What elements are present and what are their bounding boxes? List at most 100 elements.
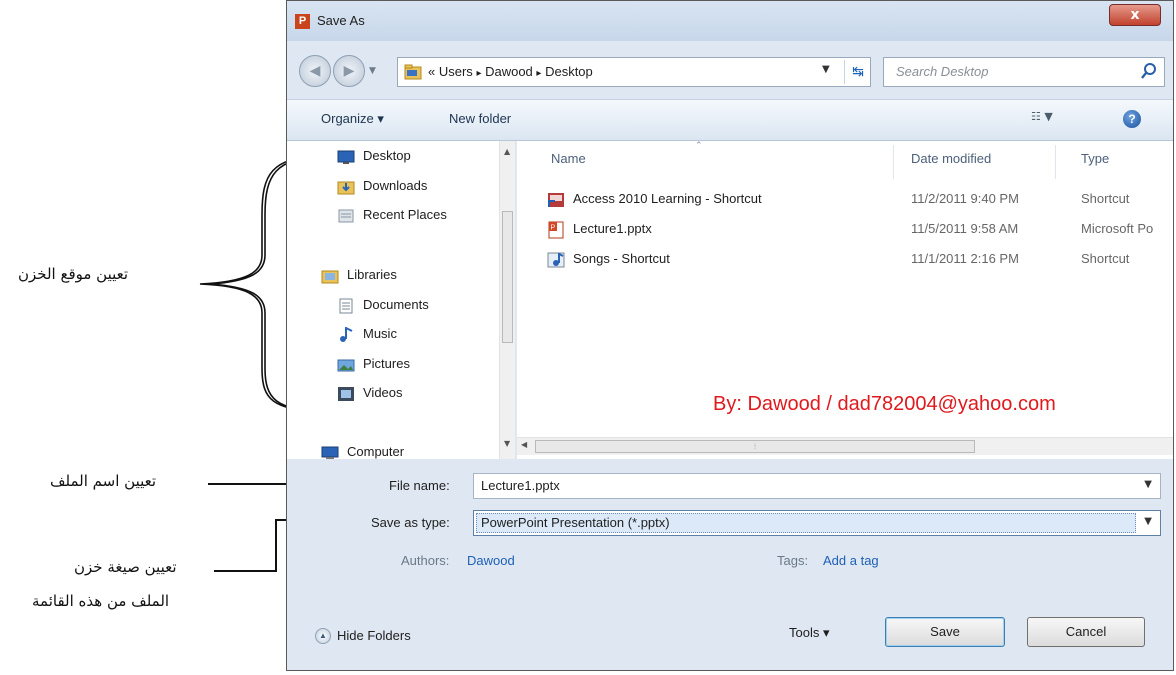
- new-folder-button[interactable]: New folder: [449, 111, 511, 126]
- search-placeholder: Search Desktop: [896, 64, 989, 79]
- shortcut-icon: [548, 193, 564, 207]
- annotation-save-location: تعيين موقع الخزن: [18, 265, 129, 283]
- file-row[interactable]: P Lecture1.pptx 11/5/2011 9:58 AM Micros…: [517, 215, 1173, 245]
- recent-pages-dropdown-icon[interactable]: ▼: [369, 62, 383, 80]
- file-type: Shortcut: [1081, 251, 1130, 266]
- nav-item-label: Libraries: [347, 267, 397, 282]
- back-button[interactable]: ◀: [299, 55, 331, 87]
- music-shortcut-icon: [547, 252, 565, 268]
- chevron-up-icon: ▲: [315, 628, 331, 644]
- nav-item-label: Downloads: [363, 178, 428, 193]
- refresh-icon[interactable]: ↹: [844, 60, 871, 84]
- file-type: Shortcut: [1081, 191, 1130, 206]
- add-tag-link[interactable]: Add a tag: [823, 553, 879, 568]
- tools-button[interactable]: Tools ▾: [789, 625, 830, 641]
- chevron-down-icon: ▼: [1044, 110, 1053, 123]
- breadcrumb-overflow[interactable]: «: [428, 64, 435, 79]
- breadcrumb-separator-icon[interactable]: ▸: [476, 68, 481, 79]
- nav-item-label: Documents: [363, 297, 429, 312]
- column-divider[interactable]: [893, 145, 894, 179]
- scroll-left-icon[interactable]: ◀: [521, 440, 527, 449]
- nav-item-label: Computer: [347, 444, 405, 459]
- desktop-icon: [337, 150, 355, 164]
- powerpoint-app-icon: P: [295, 14, 310, 29]
- forward-button[interactable]: ▶: [333, 55, 365, 87]
- window-title: Save As: [317, 13, 365, 28]
- change-view-button[interactable]: ☷ ▼: [1031, 110, 1075, 128]
- address-dropdown-icon[interactable]: ▼: [822, 64, 830, 75]
- nav-pane-scrollbar[interactable]: ▲ ▼: [499, 141, 515, 459]
- pictures-icon: [337, 359, 355, 372]
- save-as-type-label: Save as type:: [371, 515, 450, 530]
- documents-icon: [339, 298, 353, 314]
- file-list: ⌃ Name Date modified Type Access 2010 Le…: [517, 141, 1173, 459]
- view-list-icon: ☷: [1031, 110, 1041, 123]
- file-date: 11/1/2011 2:16 PM: [911, 251, 1019, 266]
- close-button[interactable]: x: [1109, 4, 1161, 26]
- file-date: 11/2/2011 9:40 PM: [911, 191, 1019, 206]
- nav-item-label: Recent Places: [363, 207, 447, 222]
- column-header-name[interactable]: Name: [551, 151, 586, 166]
- file-type: Microsoft Po: [1081, 221, 1154, 236]
- file-name-input[interactable]: Lecture1.pptx ▼: [473, 473, 1161, 499]
- chevron-down-icon[interactable]: ▼: [1144, 479, 1152, 490]
- search-input[interactable]: Search Desktop: [883, 57, 1165, 87]
- file-row[interactable]: Access 2010 Learning - Shortcut 11/2/201…: [517, 185, 1173, 215]
- libraries-icon: [321, 270, 339, 284]
- breadcrumb-users[interactable]: Users: [439, 64, 473, 79]
- hide-folders-label: Hide Folders: [337, 628, 411, 643]
- recent-places-icon: [338, 209, 354, 223]
- save-as-dialog: P Save As x ◀ ▶ ▼ « Users ▸ Dawood ▸ Des…: [286, 0, 1174, 671]
- column-header-type[interactable]: Type: [1081, 151, 1109, 166]
- file-name: Lecture1.pptx: [573, 221, 652, 236]
- nav-item-label: Desktop: [363, 148, 411, 163]
- navigation-pane: Desktop Downloads Recent Places Librarie…: [287, 141, 515, 459]
- folder-icon: [404, 64, 422, 80]
- save-as-type-value: PowerPoint Presentation (*.pptx): [481, 515, 670, 530]
- file-name-label: File name:: [389, 478, 450, 493]
- search-icon[interactable]: [1140, 62, 1158, 80]
- organize-button[interactable]: Organize ▾: [321, 111, 384, 127]
- file-date: 11/5/2011 9:58 AM: [911, 221, 1019, 236]
- downloads-folder-icon: [337, 181, 355, 195]
- title-bar: P Save As x: [287, 1, 1173, 41]
- breadcrumb-dawood[interactable]: Dawood: [485, 64, 533, 79]
- cancel-button[interactable]: Cancel: [1027, 617, 1145, 647]
- file-name: Access 2010 Learning - Shortcut: [573, 191, 762, 206]
- save-button[interactable]: Save: [885, 617, 1005, 647]
- tags-label: Tags:: [777, 553, 809, 568]
- authors-value[interactable]: Dawood: [467, 553, 515, 568]
- nav-item-label: Music: [363, 326, 397, 341]
- breadcrumb: « Users ▸ Dawood ▸ Desktop: [428, 64, 593, 79]
- annotation-file-format-2: الملف من هذه القائمة: [32, 592, 170, 610]
- pptx-file-icon: P: [548, 221, 564, 239]
- scroll-down-icon[interactable]: ▼: [504, 439, 510, 448]
- videos-icon: [338, 387, 354, 401]
- authors-label: Authors:: [401, 553, 450, 568]
- scrollbar-thumb[interactable]: [502, 211, 513, 343]
- music-icon: [340, 327, 353, 342]
- author-watermark: By: Dawood / dad782004@yahoo.com: [713, 393, 1056, 415]
- computer-icon: [321, 446, 339, 459]
- file-name-value: Lecture1.pptx: [481, 478, 560, 493]
- help-icon[interactable]: ?: [1123, 110, 1141, 128]
- file-row[interactable]: Songs - Shortcut 11/1/2011 2:16 PM Short…: [517, 245, 1173, 275]
- save-as-type-select[interactable]: PowerPoint Presentation (*.pptx) ▼: [473, 510, 1161, 536]
- file-name: Songs - Shortcut: [573, 251, 670, 266]
- address-bar[interactable]: « Users ▸ Dawood ▸ Desktop ▼ ↹: [397, 57, 871, 87]
- nav-item-label: Videos: [363, 385, 403, 400]
- scrollbar-thumb[interactable]: ⦙: [535, 440, 975, 453]
- column-header-date-modified[interactable]: Date modified: [911, 151, 991, 166]
- chevron-down-icon[interactable]: ▼: [1144, 516, 1152, 527]
- column-divider[interactable]: [1055, 145, 1056, 179]
- scroll-up-icon[interactable]: ▲: [504, 147, 510, 156]
- command-toolbar: Organize ▾ New folder ☷ ▼ ?: [287, 99, 1173, 141]
- svg-text:P: P: [551, 225, 556, 232]
- breadcrumb-separator-icon[interactable]: ▸: [536, 68, 541, 79]
- annotation-file-name: تعيين اسم الملف: [50, 472, 157, 490]
- annotation-file-format-1: تعيين صيغة خزن: [74, 558, 177, 576]
- file-list-scrollbar[interactable]: ◀ ⦙: [517, 437, 1173, 455]
- nav-item-label: Pictures: [363, 356, 410, 371]
- breadcrumb-desktop[interactable]: Desktop: [545, 64, 593, 79]
- sort-ascending-icon: ⌃: [695, 141, 703, 151]
